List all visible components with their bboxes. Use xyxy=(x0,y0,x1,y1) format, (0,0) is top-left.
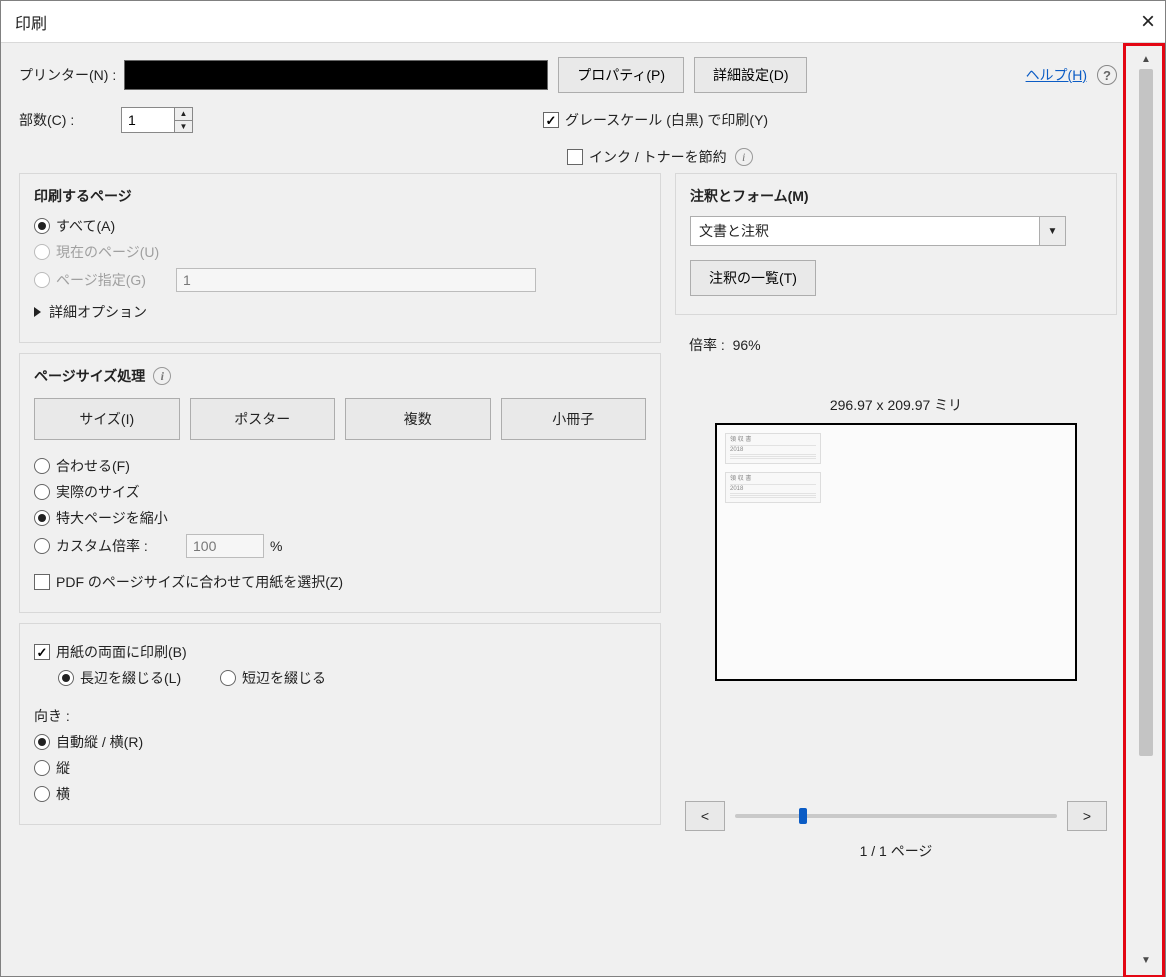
pages-range-radio[interactable] xyxy=(34,272,50,288)
printer-dropdown[interactable] xyxy=(124,60,548,90)
slider-thumb[interactable] xyxy=(799,808,807,824)
duplex-checkbox[interactable] xyxy=(34,644,50,660)
advanced-settings-button[interactable]: 詳細設定(D) xyxy=(694,57,807,93)
duplex-orient-group: 用紙の両面に印刷(B) 長辺を綴じる(L) 短辺を綴じる 向き : 自動縦 / … xyxy=(19,623,661,825)
prev-page-button[interactable]: < xyxy=(685,801,725,831)
fit-radio[interactable] xyxy=(34,458,50,474)
comments-dropdown[interactable]: 文書と注釈 ▼ xyxy=(690,216,1066,246)
page-slider[interactable] xyxy=(735,814,1057,818)
pages-all-label: すべて(A) xyxy=(56,216,115,236)
info-icon[interactable]: i xyxy=(153,367,171,385)
orient-portrait-label: 縦 xyxy=(56,758,70,778)
custom-scale-input[interactable] xyxy=(186,534,264,558)
preview-receipt-1: 領 収 書2018 xyxy=(725,433,821,464)
paper-dimensions: 296.97 x 209.97 ミリ xyxy=(685,395,1107,415)
long-edge-label: 長辺を綴じる(L) xyxy=(80,668,220,688)
pages-all-radio[interactable] xyxy=(34,218,50,234)
tab-multiple[interactable]: 複数 xyxy=(345,398,491,440)
custom-scale-label: カスタム倍率 : xyxy=(56,536,186,556)
pages-title: 印刷するページ xyxy=(34,186,646,206)
short-edge-radio[interactable] xyxy=(220,670,236,686)
expand-caret-icon[interactable] xyxy=(34,307,41,317)
save-ink-label: インク / トナーを節約 xyxy=(589,147,727,167)
zoom-value: 96% xyxy=(733,337,761,353)
summarize-comments-button[interactable]: 注釈の一覧(T) xyxy=(690,260,816,296)
page-counter: 1 / 1 ページ xyxy=(685,841,1107,861)
orient-portrait-radio[interactable] xyxy=(34,760,50,776)
properties-button[interactable]: プロパティ(P) xyxy=(558,57,684,93)
actual-label: 実際のサイズ xyxy=(56,482,140,502)
zoom-label: 倍率 : xyxy=(689,337,725,353)
fit-label: 合わせる(F) xyxy=(56,456,130,476)
orient-auto-radio[interactable] xyxy=(34,734,50,750)
scroll-track[interactable] xyxy=(1137,69,1155,950)
comments-title: 注釈とフォーム(M) xyxy=(690,186,1102,206)
match-pdf-checkbox[interactable] xyxy=(34,574,50,590)
scroll-thumb[interactable] xyxy=(1139,69,1153,756)
pages-current-label: 現在のページ(U) xyxy=(56,242,159,262)
save-ink-checkbox[interactable] xyxy=(567,149,583,165)
custom-scale-radio[interactable] xyxy=(34,538,50,554)
tab-booklet[interactable]: 小冊子 xyxy=(501,398,647,440)
orient-auto-label: 自動縦 / 横(R) xyxy=(56,732,143,752)
next-page-button[interactable]: > xyxy=(1067,801,1107,831)
orient-landscape-radio[interactable] xyxy=(34,786,50,802)
print-dialog: 印刷 × プリンター(N) : プロパティ(P) 詳細設定(D) ヘルプ(H) … xyxy=(0,0,1166,977)
shrink-label: 特大ページを縮小 xyxy=(56,508,168,528)
shrink-radio[interactable] xyxy=(34,510,50,526)
pages-current-radio xyxy=(34,244,50,260)
copies-label: 部数(C) : xyxy=(19,110,113,130)
match-pdf-label: PDF のページサイズに合わせて用紙を選択(Z) xyxy=(56,572,343,592)
short-edge-label: 短辺を綴じる xyxy=(242,668,326,688)
printer-label: プリンター(N) : xyxy=(19,65,116,85)
comments-group: 注釈とフォーム(M) 文書と注釈 ▼ 注釈の一覧(T) xyxy=(675,173,1117,315)
copies-input[interactable] xyxy=(122,108,174,132)
tab-size[interactable]: サイズ(I) xyxy=(34,398,180,440)
spinner-down-icon[interactable]: ▼ xyxy=(174,121,192,133)
actual-radio[interactable] xyxy=(34,484,50,500)
pages-range-input[interactable] xyxy=(176,268,536,292)
grayscale-label: グレースケール (白黒) で印刷(Y) xyxy=(565,110,768,130)
vertical-scrollbar[interactable]: ▲ ▼ xyxy=(1137,49,1155,970)
long-edge-radio[interactable] xyxy=(58,670,74,686)
top-section: プリンター(N) : プロパティ(P) 詳細設定(D) ヘルプ(H) ? 部数(… xyxy=(1,43,1135,173)
close-icon[interactable]: × xyxy=(1141,10,1155,34)
scroll-down-icon[interactable]: ▼ xyxy=(1137,950,1155,970)
orient-landscape-label: 横 xyxy=(56,784,70,804)
info-icon[interactable]: i xyxy=(735,148,753,166)
preview-panel: 倍率 : 96% 296.97 x 209.97 ミリ 領 収 書2018 領 … xyxy=(675,325,1117,871)
pages-range-label: ページ指定(G) xyxy=(56,270,176,290)
preview-receipt-2: 領 収 書2018 xyxy=(725,472,821,503)
comments-dropdown-value: 文書と注釈 xyxy=(699,221,769,241)
duplex-label: 用紙の両面に印刷(B) xyxy=(56,642,187,662)
help-icon[interactable]: ? xyxy=(1097,65,1117,85)
scroll-up-icon[interactable]: ▲ xyxy=(1137,49,1155,69)
sizing-title: ページサイズ処理 xyxy=(34,366,145,386)
chevron-down-icon: ▼ xyxy=(1039,217,1065,245)
page-preview: 領 収 書2018 領 収 書2018 xyxy=(715,423,1077,681)
orientation-label: 向き : xyxy=(34,706,646,726)
custom-scale-unit: % xyxy=(270,538,282,554)
window-title: 印刷 xyxy=(15,10,47,34)
pages-group: 印刷するページ すべて(A) 現在のページ(U) ページ指定(G) 詳細オプショ… xyxy=(19,173,661,343)
sizing-group: ページサイズ処理 i サイズ(I) ポスター 複数 小冊子 合わせる(F) 実際… xyxy=(19,353,661,613)
titlebar: 印刷 × xyxy=(1,1,1165,43)
spinner-up-icon[interactable]: ▲ xyxy=(174,108,192,121)
grayscale-checkbox[interactable] xyxy=(543,112,559,128)
dialog-body: プリンター(N) : プロパティ(P) 詳細設定(D) ヘルプ(H) ? 部数(… xyxy=(1,43,1165,976)
help-link[interactable]: ヘルプ(H) xyxy=(1026,65,1087,85)
tab-poster[interactable]: ポスター xyxy=(190,398,336,440)
advanced-options-label[interactable]: 詳細オプション xyxy=(49,302,147,322)
copies-spinner[interactable]: ▲ ▼ xyxy=(121,107,193,133)
